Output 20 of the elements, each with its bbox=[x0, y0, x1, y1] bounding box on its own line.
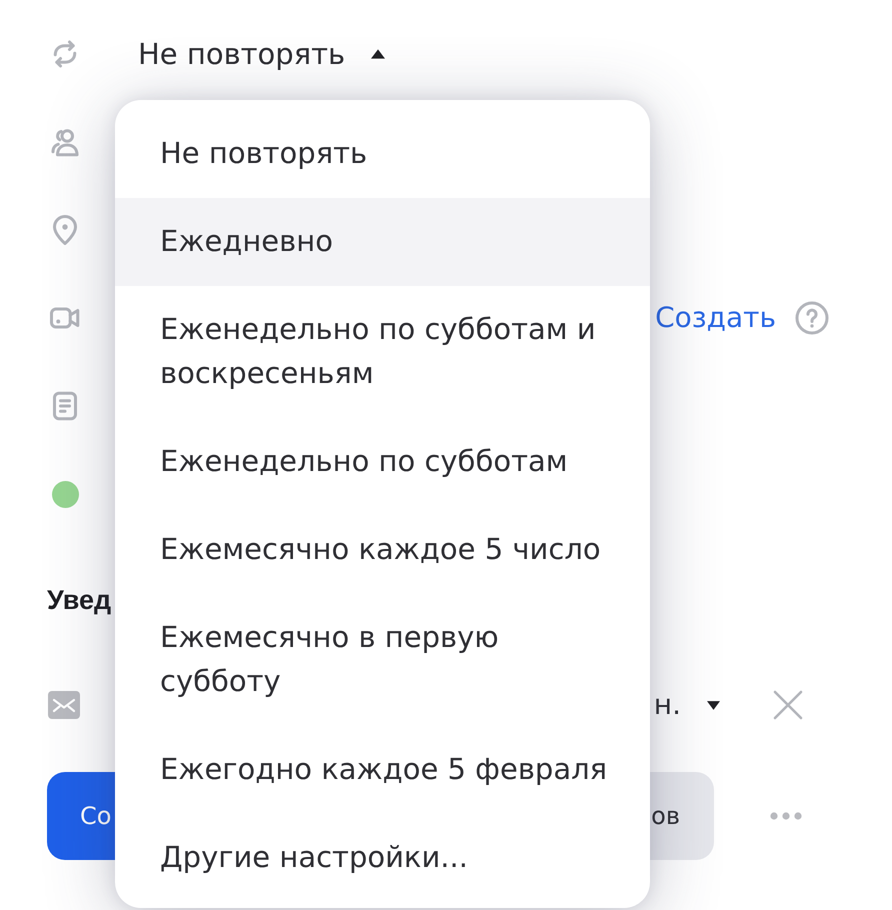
caret-down-icon[interactable] bbox=[707, 700, 720, 710]
repeat-dropdown[interactable]: Не повторять bbox=[138, 34, 346, 74]
help-icon[interactable] bbox=[794, 300, 830, 336]
reminder-time-text[interactable]: н. bbox=[654, 686, 681, 724]
more-icon[interactable] bbox=[769, 811, 803, 821]
menu-item[interactable]: Другие настройки... bbox=[115, 814, 650, 902]
menu-item[interactable]: Ежедневно bbox=[115, 198, 650, 286]
menu-item[interactable]: Ежемесячно в первую субботу bbox=[115, 594, 650, 726]
menu-item[interactable]: Ежемесячно каждое 5 число bbox=[115, 506, 650, 594]
menu-item[interactable]: Еженедельно по субботам bbox=[115, 418, 650, 506]
close-icon[interactable] bbox=[773, 690, 803, 720]
menu-item[interactable]: Ежегодно каждое 5 февраля bbox=[115, 726, 650, 814]
menu-item[interactable]: Еженедельно по субботам и воскресеньям bbox=[115, 286, 650, 418]
notifications-heading: Увед bbox=[47, 584, 112, 617]
menu-item[interactable]: Не повторять bbox=[115, 110, 650, 198]
mail-icon bbox=[48, 691, 80, 719]
color-dot-icon[interactable] bbox=[52, 480, 78, 508]
save-button[interactable]: Со bbox=[47, 772, 115, 860]
secondary-button[interactable]: ов bbox=[649, 772, 714, 860]
create-link[interactable]: Создать bbox=[655, 299, 776, 337]
